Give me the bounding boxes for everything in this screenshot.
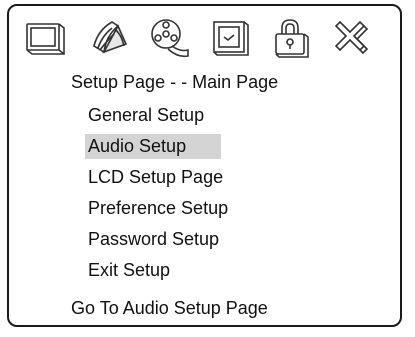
status-hint: Go To Audio Setup Page bbox=[71, 298, 268, 318]
film-reel-icon[interactable] bbox=[146, 16, 190, 60]
menu-item-audio-setup[interactable]: Audio Setup bbox=[85, 134, 221, 159]
menu-item-preference-setup[interactable]: Preference Setup bbox=[85, 196, 228, 221]
exit-x-icon[interactable] bbox=[330, 16, 374, 60]
lcd-screen-icon[interactable] bbox=[210, 16, 254, 60]
category-icon-bar bbox=[20, 16, 405, 60]
menu-item-lcd-setup-page[interactable]: LCD Setup Page bbox=[85, 165, 223, 190]
menu-item-general-setup[interactable]: General Setup bbox=[85, 103, 221, 128]
page-title: Setup Page - - Main Page bbox=[71, 72, 279, 92]
speaker-icon[interactable] bbox=[88, 16, 132, 60]
lock-icon[interactable] bbox=[270, 16, 314, 60]
tv-icon[interactable] bbox=[24, 16, 68, 60]
menu-item-exit-setup[interactable]: Exit Setup bbox=[85, 258, 221, 283]
menu-item-password-setup[interactable]: Password Setup bbox=[85, 227, 221, 252]
